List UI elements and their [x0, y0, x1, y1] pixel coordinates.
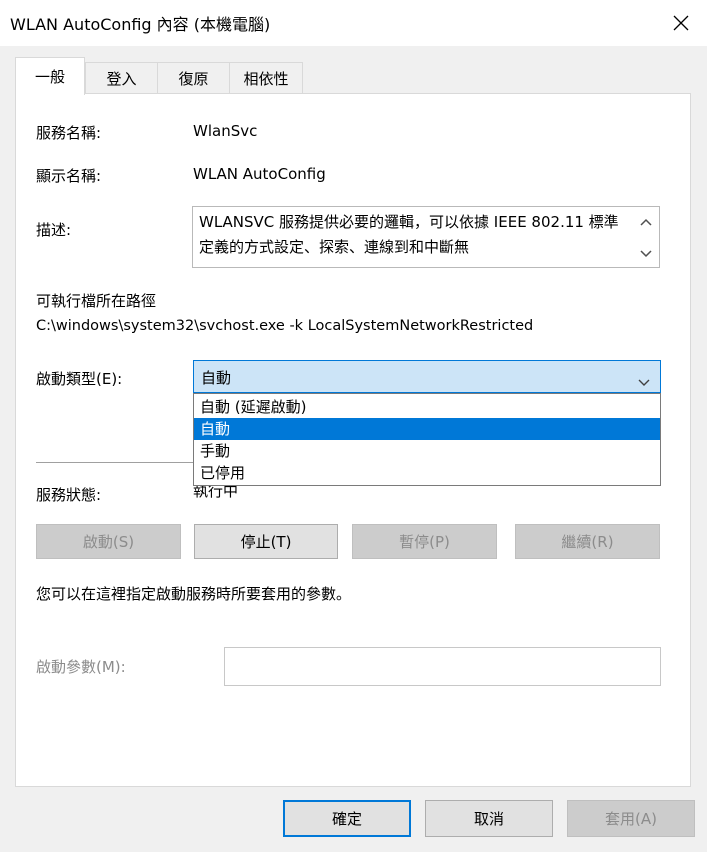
chevron-up-icon [640, 218, 652, 226]
startup-type-dropdown: 自動 (延遲啟動) 自動 手動 已停用 [193, 393, 661, 486]
option-automatic[interactable]: 自動 [194, 418, 660, 440]
option-disabled[interactable]: 已停用 [194, 462, 660, 484]
service-name-value: WlanSvc [193, 122, 258, 140]
option-manual[interactable]: 手動 [194, 440, 660, 462]
option-automatic-delayed[interactable]: 自動 (延遲啟動) [194, 396, 660, 418]
tab-recovery[interactable]: 復原 [157, 62, 230, 94]
display-name-label: 顯示名稱: [36, 167, 102, 185]
tab-dependencies[interactable]: 相依性 [229, 62, 303, 94]
chevron-down-icon [638, 373, 650, 391]
tab-general[interactable]: 一般 [15, 57, 85, 95]
window-title: WLAN AutoConfig 內容 (本機電腦) [10, 15, 271, 34]
exe-path-label: 可執行檔所在路徑 [36, 292, 157, 310]
start-params-input[interactable] [224, 647, 661, 686]
startup-type-label: 啟動類型(E): [36, 370, 123, 388]
start-button[interactable]: 啟動(S) [36, 524, 181, 559]
chevron-down-icon [640, 250, 652, 258]
params-hint: 您可以在這裡指定啟動服務時所要套用的參數。 [36, 585, 352, 603]
service-status-label: 服務狀態: [36, 486, 102, 504]
close-icon [673, 15, 689, 31]
separator [36, 462, 196, 463]
close-button[interactable] [660, 4, 702, 42]
display-name-value: WLAN AutoConfig [193, 165, 326, 183]
resume-button[interactable]: 繼續(R) [515, 524, 660, 559]
description-text: WLANSVC 服務提供必要的邏輯，可以依據 IEEE 802.11 標準定義的… [199, 213, 619, 256]
ok-button[interactable]: 確定 [283, 800, 411, 837]
description-label: 描述: [36, 221, 72, 239]
scroll-down-button[interactable] [637, 245, 655, 263]
start-params-label: 啟動參數(M): [36, 658, 126, 676]
apply-button[interactable]: 套用(A) [567, 800, 695, 837]
cancel-button[interactable]: 取消 [425, 800, 553, 837]
pause-button[interactable]: 暫停(P) [352, 524, 497, 559]
scroll-up-button[interactable] [637, 213, 655, 231]
service-name-label: 服務名稱: [36, 124, 102, 142]
tab-logon[interactable]: 登入 [85, 62, 158, 94]
stop-button[interactable]: 停止(T) [194, 524, 338, 559]
startup-type-selected: 自動 [201, 369, 232, 387]
startup-type-combobox[interactable]: 自動 [193, 360, 661, 393]
exe-path-value: C:\windows\system32\svchost.exe -k Local… [36, 318, 534, 334]
description-textbox[interactable]: WLANSVC 服務提供必要的邏輯，可以依據 IEEE 802.11 標準定義的… [192, 206, 660, 268]
